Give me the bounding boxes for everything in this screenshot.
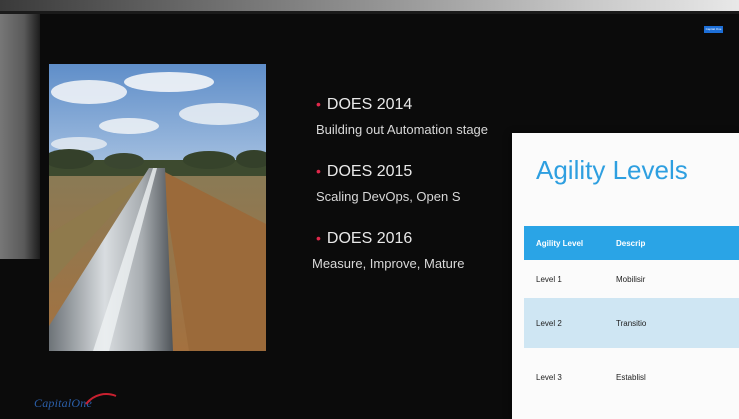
table-cell: Establisl (616, 372, 646, 382)
agility-levels-slide: Agility Levels Agility Level Descrip Lev… (512, 133, 739, 419)
bullet-heading: DOES 2015 (326, 163, 413, 180)
table-cell: Level 1 (536, 274, 562, 284)
table-cell: Level 3 (536, 372, 562, 382)
table-header-row: Agility Level Descrip (524, 226, 739, 260)
table-row: Level 3 Establisl (524, 348, 739, 406)
table-cell: Transitio (604, 298, 739, 348)
bullet-heading: DOES 2014 (326, 96, 413, 113)
brand-tag: Capital One (704, 26, 723, 33)
bullet-marker-icon: • (316, 230, 321, 246)
column-header: Descrip (604, 226, 739, 260)
pipeline-photo (49, 64, 266, 351)
overlay-title: Agility Levels (536, 155, 688, 185)
table-row: Level 2 Transitio (524, 298, 739, 348)
photographed-presentation: • DOES 2014 Building out Automation stage… (0, 0, 739, 419)
table-cell: Mobilisir (616, 274, 646, 284)
table-row: Level 1 Mobilisir (524, 260, 739, 298)
bullet-heading: DOES 2016 (326, 230, 413, 247)
screen-bezel (0, 0, 739, 14)
company-logo: CapitalOne (34, 393, 117, 411)
table-cell: Level 2 (524, 298, 604, 348)
side-screen-edge (0, 14, 40, 259)
column-header: Agility Level (524, 226, 604, 260)
bullet-marker-icon: • (316, 96, 321, 112)
bullet-marker-icon: • (316, 163, 321, 179)
agility-levels-table: Agility Level Descrip Level 1 Mobilisir … (524, 226, 739, 406)
logo-swoosh-icon (85, 393, 117, 405)
